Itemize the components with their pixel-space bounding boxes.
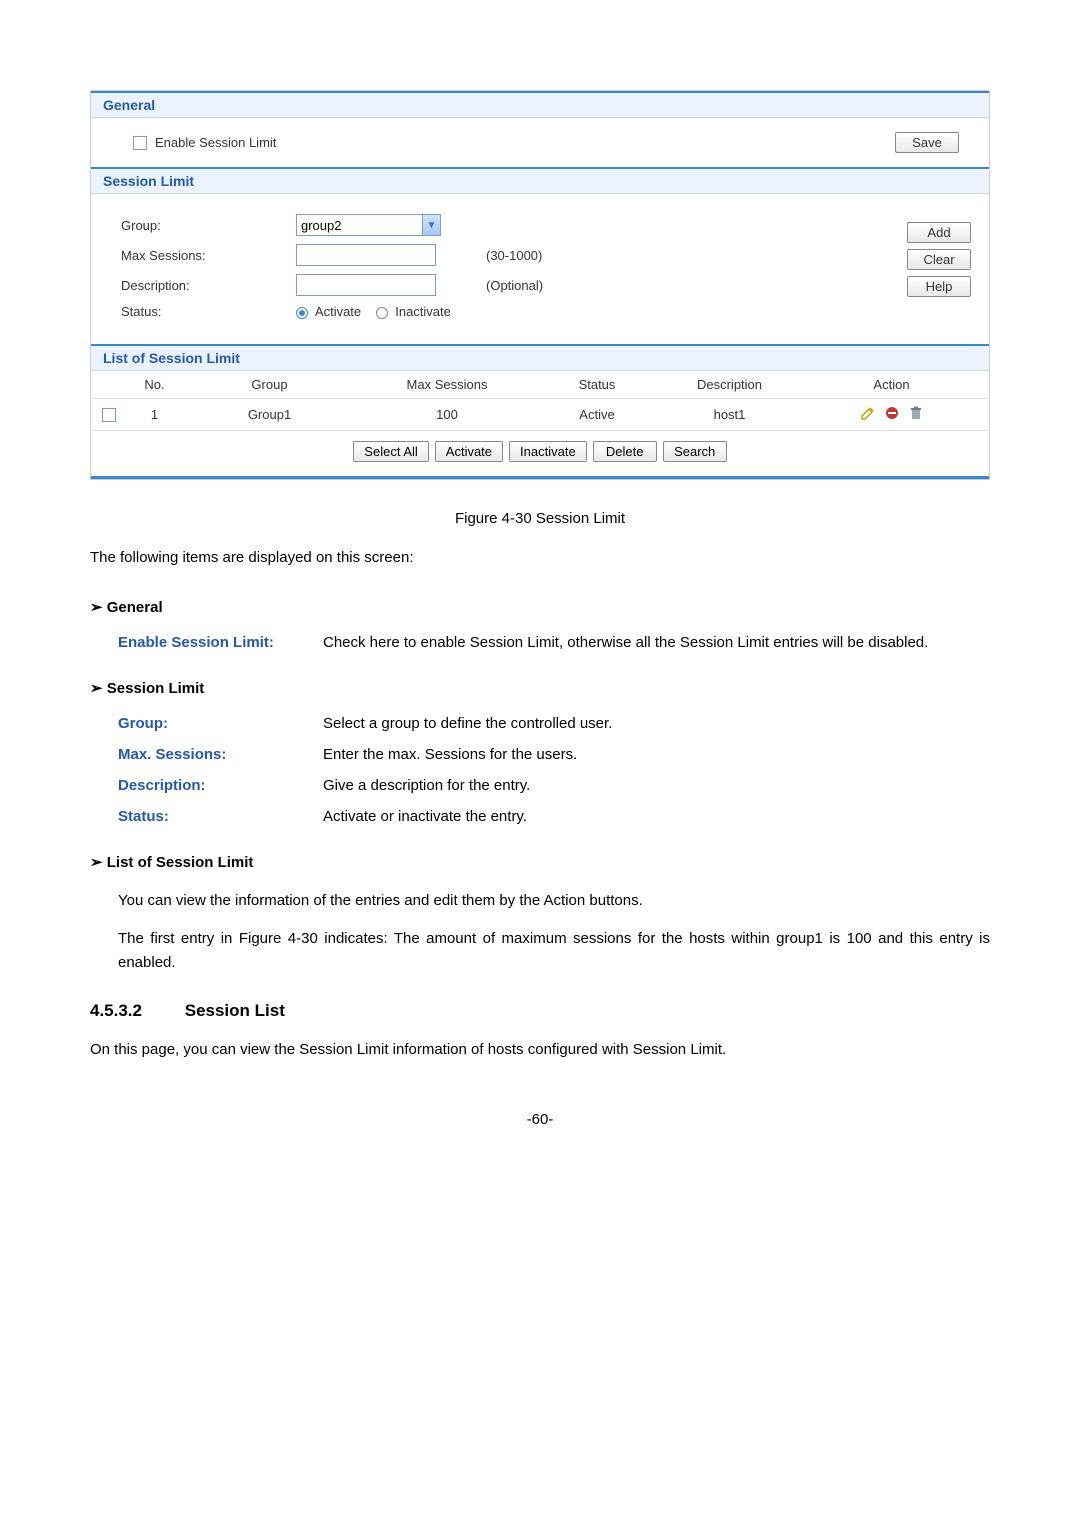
description-input[interactable] [296,274,436,296]
subsection-paragraph: On this page, you can view the Session L… [90,1039,990,1062]
edit-icon[interactable] [860,405,876,421]
desc-group: Select a group to define the controlled … [323,715,990,732]
cell-status: Active [537,407,657,422]
page-number: -60- [90,1111,990,1128]
cell-no: 1 [127,407,182,422]
subsection-title: Session List [185,1001,285,1020]
term-group: Group: [118,715,323,732]
cell-desc: host1 [657,407,802,422]
clear-button[interactable]: Clear [907,249,971,270]
col-status: Status [537,377,657,392]
select-all-button[interactable]: Select All [353,441,428,462]
status-label: Status: [121,304,296,319]
delete-button[interactable]: Delete [593,441,657,462]
col-no: No. [127,377,182,392]
desc-maxsessions: Enter the max. Sessions for the users. [323,746,990,763]
status-activate-label: Activate [315,304,361,319]
col-action: Action [802,377,981,392]
cell-max: 100 [357,407,537,422]
table-header: No. Group Max Sessions Status Descriptio… [91,371,989,399]
max-sessions-input[interactable] [296,244,436,266]
list-section-header: List of Session Limit [91,344,989,371]
subsection-heading: 4.5.3.2 Session List [90,1001,990,1021]
status-inactivate-radio[interactable] [376,307,388,319]
term-status: Status: [118,808,323,825]
group-label: Group: [121,218,296,233]
description-label: Description: [121,278,296,293]
table-row: 1 Group1 100 Active host1 [91,399,989,431]
group-select[interactable]: group2 [296,214,441,236]
session-limit-section-header: Session Limit [91,167,989,194]
status-inactivate-label: Inactivate [395,304,451,319]
section-list-heading: List of Session Limit [90,853,990,871]
general-section-header: General [91,91,989,118]
section-session-limit-heading: Session Limit [90,679,990,697]
col-max: Max Sessions [357,377,537,392]
max-sessions-hint: (30-1000) [486,248,636,263]
inactivate-button[interactable]: Inactivate [509,441,587,462]
enable-session-limit-checkbox[interactable] [133,136,147,150]
help-button[interactable]: Help [907,276,971,297]
save-button[interactable]: Save [895,132,959,153]
col-desc: Description [657,377,802,392]
max-sessions-label: Max Sessions: [121,248,296,263]
add-button[interactable]: Add [907,222,971,243]
status-activate-radio[interactable] [296,307,308,319]
description-hint: (Optional) [486,278,636,293]
desc-enable-session-limit: Check here to enable Session Limit, othe… [323,634,990,651]
delete-icon[interactable] [908,405,924,421]
chevron-down-icon: ▼ [422,215,440,235]
search-button[interactable]: Search [663,441,727,462]
activate-button[interactable]: Activate [435,441,503,462]
figure-caption: Figure 4-30 Session Limit [90,510,990,527]
disable-icon[interactable] [884,405,900,421]
col-group: Group [182,377,357,392]
desc-description: Give a description for the entry. [323,777,990,794]
section-general-heading: General [90,598,990,616]
desc-status: Activate or inactivate the entry. [323,808,990,825]
intro-paragraph: The following items are displayed on thi… [90,547,990,570]
enable-session-limit-label: Enable Session Limit [155,135,276,150]
session-limit-figure: General Enable Session Limit Save Sessio… [90,90,990,480]
cell-group: Group1 [182,407,357,422]
row-checkbox[interactable] [102,408,116,422]
subsection-number: 4.5.3.2 [90,1001,180,1021]
term-enable-session-limit: Enable Session Limit: [118,634,323,651]
list-paragraph-1: You can view the information of the entr… [118,889,990,913]
term-description: Description: [118,777,323,794]
term-maxsessions: Max. Sessions: [118,746,323,763]
list-paragraph-2: The first entry in Figure 4-30 indicates… [118,927,990,975]
